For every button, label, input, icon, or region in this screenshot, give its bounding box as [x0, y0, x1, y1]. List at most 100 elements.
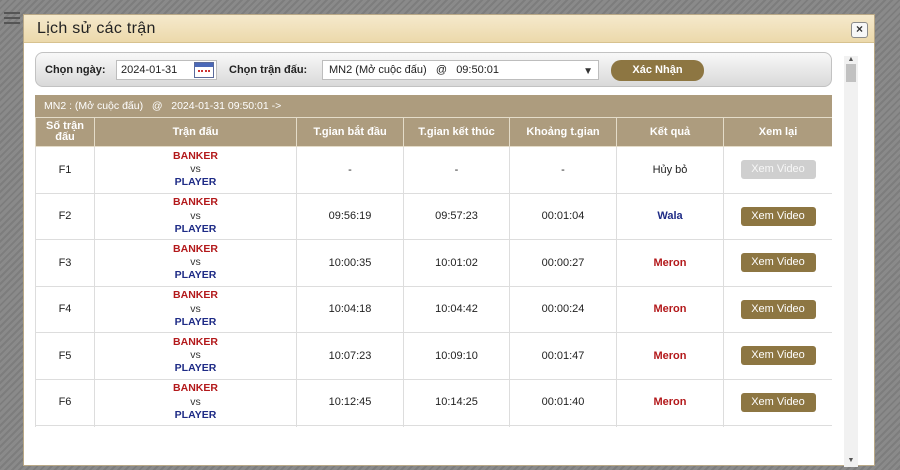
player-label: PLAYER [174, 315, 217, 328]
banker-label: BANKER [173, 149, 218, 162]
cell-end-time: 10:14:25 [403, 378, 510, 426]
chevron-down-icon: ▼ [583, 66, 593, 77]
cell-result: Meron [616, 285, 724, 333]
cell-result: Meron [616, 378, 724, 426]
cell-duration: 00:01:47 [509, 332, 617, 380]
cell-match-no: F3 [35, 239, 95, 287]
cell-match: BANKERvsPLAYER [94, 332, 297, 380]
cell-end-time: 10:01:02 [403, 239, 510, 287]
watch-video-button[interactable]: Xem Video [740, 160, 816, 180]
table-row: F6 BANKER vs PLAYER 10:12:45 10:14:25 00:01:40… [35, 378, 832, 426]
cell-match: BANKERvsPLAYER [94, 425, 297, 427]
cell-end-time: 10:17:45 [403, 425, 510, 427]
cell-match-no: F7 [35, 425, 95, 427]
vs-label: vs [190, 256, 201, 269]
table-row: F3 BANKER vs PLAYER 10:00:35 10:01:02 00:00:27… [35, 239, 832, 287]
history-table: Số trận đấu Trận đấu T.gian bắt đầu T.gi… [35, 117, 832, 427]
player-label: PLAYER [174, 362, 217, 375]
player-label: PLAYER [174, 408, 217, 421]
header-match-no: Số trận đấu [35, 117, 95, 147]
cell-start-time: 09:56:19 [296, 192, 404, 240]
banker-label: BANKER [173, 289, 218, 302]
banker-label: BANKER [173, 382, 218, 395]
match-select-value: MN2 (Mở cuộc đấu) @ 09:50:01 [329, 64, 500, 76]
player-label: PLAYER [174, 269, 217, 282]
watch-video-button[interactable]: Xem Video [740, 253, 816, 273]
vs-label: vs [190, 209, 201, 222]
cell-result: Meron [616, 332, 724, 380]
cell-match-no: F1 [35, 146, 95, 194]
table-row: F5 BANKER vs PLAYER 10:07:23 10:09:10 00:01:47… [35, 332, 832, 380]
filter-bar: Chọn ngày: 2024-01-31 Chọn trận đấu: MN2… [35, 52, 832, 87]
cell-result: Wala [616, 425, 724, 427]
cell-match: BANKERvsPLAYER [94, 146, 297, 194]
cell-replay: Xem Video [723, 378, 832, 426]
cell-duration: 00:00:21 [509, 425, 617, 427]
cell-result: Hủy bỏ [616, 146, 724, 194]
watch-video-button[interactable]: Xem Video [740, 392, 816, 412]
match-label: Chọn trận đấu: [229, 64, 308, 76]
table-body: F1 BANKER vs PLAYER - - - Hủy bỏ Xem Video F2 BANK… [35, 146, 832, 427]
cell-start-time: 10:04:18 [296, 285, 404, 333]
watch-video-button[interactable]: Xem Video [740, 346, 816, 366]
calendar-icon[interactable] [194, 62, 214, 78]
cell-start-time: 10:07:23 [296, 332, 404, 380]
cell-replay: Xem Video [723, 192, 832, 240]
table-row: F4 BANKER vs PLAYER 10:04:18 10:04:42 00:00:24… [35, 285, 832, 333]
vs-label: vs [190, 302, 201, 315]
modal-header: Lịch sử các trận × [24, 15, 874, 43]
history-table-wrap[interactable]: Số trận đấu Trận đấu T.gian bắt đầu T.gi… [35, 117, 832, 427]
header-end-time: T.gian kết thúc [403, 117, 510, 147]
cell-end-time: 10:09:10 [403, 332, 510, 380]
cell-duration: 00:00:24 [509, 285, 617, 333]
player-label: PLAYER [174, 222, 217, 235]
cell-end-time: - [403, 146, 510, 194]
banker-label: BANKER [173, 196, 218, 209]
watch-video-button[interactable]: Xem Video [740, 299, 816, 319]
table-row: F2 BANKER vs PLAYER 09:56:19 09:57:23 00:01:04… [35, 192, 832, 240]
cell-replay: Xem Video [723, 239, 832, 287]
cell-end-time: 09:57:23 [403, 192, 510, 240]
cell-start-time: 10:00:35 [296, 239, 404, 287]
confirm-button[interactable]: Xác Nhận [611, 60, 704, 81]
cell-match-no: F6 [35, 378, 95, 426]
cell-match: BANKERvsPLAYER [94, 192, 297, 240]
cell-start-time: 10:17:24 [296, 425, 404, 427]
cell-duration: 00:01:40 [509, 378, 617, 426]
cell-match: BANKERvsPLAYER [94, 285, 297, 333]
cell-duration: - [509, 146, 617, 194]
cell-duration: 00:01:04 [509, 192, 617, 240]
cell-match-no: F4 [35, 285, 95, 333]
session-heading-text: MN2 : (Mở cuộc đấu) @ 2024-01-31 09:50:0… [44, 100, 282, 112]
scroll-down-icon[interactable]: ▼ [844, 457, 858, 465]
cell-match: BANKERvsPLAYER [94, 239, 297, 287]
cell-end-time: 10:04:42 [403, 285, 510, 333]
cell-replay: Xem Video [723, 285, 832, 333]
cell-result: Meron [616, 239, 724, 287]
cell-start-time: 10:12:45 [296, 378, 404, 426]
cell-match-no: F5 [35, 332, 95, 380]
table-header-row: Số trận đấu Trận đấu T.gian bắt đầu T.gi… [35, 117, 832, 147]
cell-start-time: - [296, 146, 404, 194]
header-match: Trận đấu [94, 117, 297, 147]
cell-duration: 00:00:27 [509, 239, 617, 287]
close-icon[interactable]: × [851, 22, 868, 38]
watch-video-button[interactable]: Xem Video [740, 206, 816, 226]
scroll-up-icon[interactable]: ▲ [844, 56, 858, 64]
table-row: F1 BANKER vs PLAYER - - - Hủy bỏ Xem Video [35, 146, 832, 194]
scroll-thumb[interactable] [846, 64, 856, 82]
scrollbar[interactable]: ▲ ▼ [844, 56, 858, 467]
date-label: Chọn ngày: [45, 64, 106, 76]
header-result: Kết quả [616, 117, 724, 147]
modal-content: Chọn ngày: 2024-01-31 Chọn trận đấu: MN2… [35, 52, 832, 427]
cell-match-no: F2 [35, 192, 95, 240]
match-history-modal: Lịch sử các trận × Chọn ngày: 2024-01-31… [23, 14, 875, 467]
cell-replay: Xem Video [723, 146, 832, 194]
match-select[interactable]: MN2 (Mở cuộc đấu) @ 09:50:01 ▼ [322, 60, 599, 80]
player-label: PLAYER [174, 176, 217, 189]
header-start-time: T.gian bắt đầu [296, 117, 404, 147]
banker-label: BANKER [173, 335, 218, 348]
cell-result: Wala [616, 192, 724, 240]
cell-replay: Xem Video [723, 332, 832, 380]
vs-label: vs [190, 349, 201, 362]
